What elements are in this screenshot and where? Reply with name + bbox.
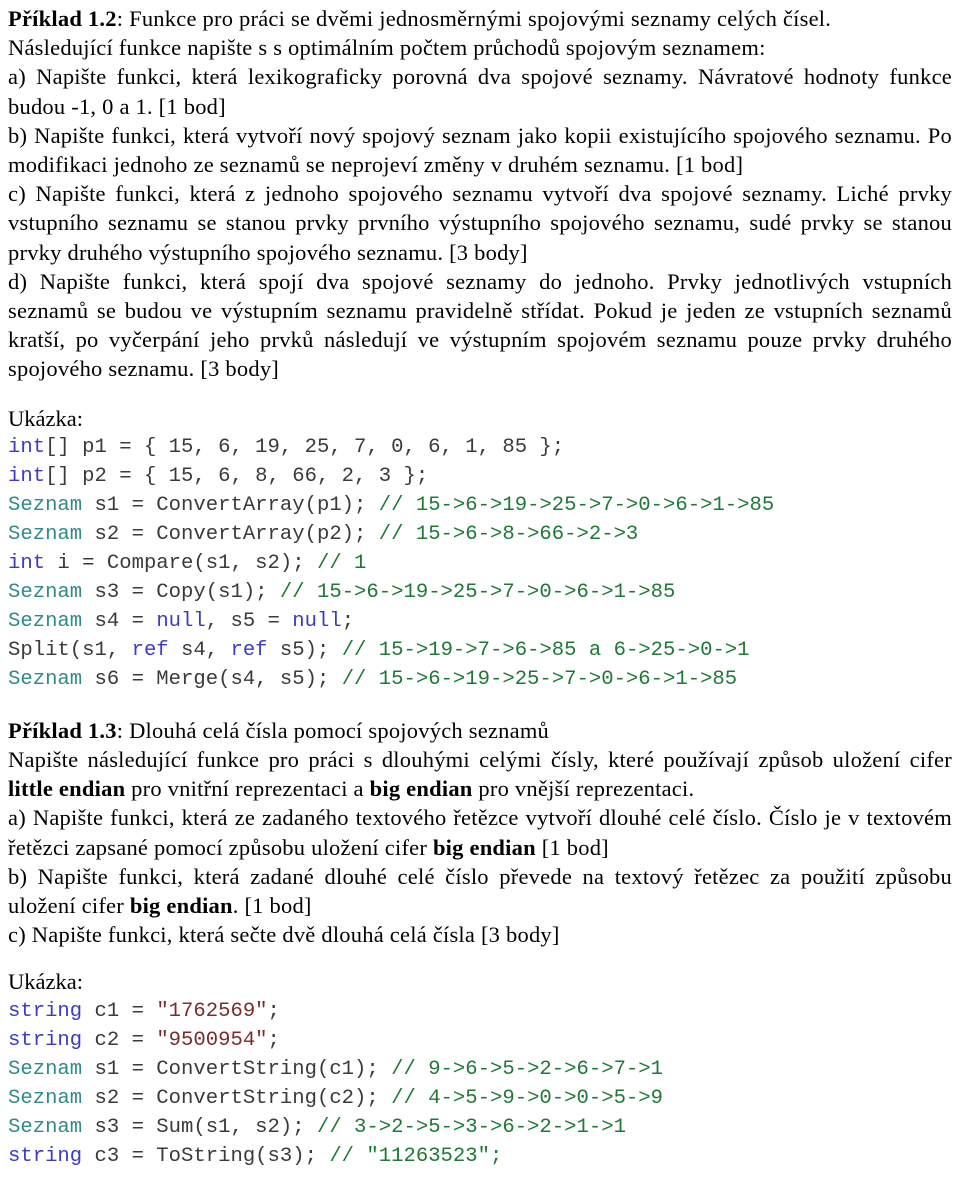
task-2-b-big-endian: big endian [129,893,233,919]
code-token-kw: string [8,999,83,1023]
intro-2-part-b: pro vnitřní reprezentaci a [125,776,370,802]
code-token-typ: Seznam [8,1115,83,1139]
section-heading-1-number: Příklad 1.2 [8,6,117,31]
code-token-pln: s3 = Sum(s1, s2); [82,1115,317,1139]
code-token-cmt: // "11263523"; [329,1144,503,1168]
code-line: Seznam s2 = ConvertString(c2); // 4->5->… [8,1084,952,1113]
code-line: int[] p1 = { 15, 6, 19, 25, 7, 0, 6, 1, … [8,433,952,462]
code-token-cmt: // 15->6->8->66->2->3 [378,522,639,546]
section-heading-2-text: : Dlouhá celá čísla pomocí spojových sez… [116,717,550,743]
code-token-kw: null [292,609,342,633]
code-token-typ: Seznam [8,1086,83,1110]
code-token-typ: Seznam [8,493,83,517]
section-heading-2: Příklad 1.3: Dlouhá celá čísla pomocí sp… [8,716,952,745]
task-1-item-d: d) Napište funkci, která spojí dva spojo… [8,268,952,382]
sample-label-1: Ukázka: [8,405,83,431]
code-line: int i = Compare(s1, s2); // 1 [8,549,952,578]
code-token-cmt: // 15->19->7->6->85 a 6->25->0->1 [341,638,750,662]
intro-2-part-a: Napište následující funkce pro práci s d… [8,747,952,773]
code-token-pln: s5); [267,638,342,662]
code-token-kw: int [8,435,46,459]
spacer-before-sample-1 [8,384,952,404]
code-token-pln: s3 = Copy(s1); [82,580,280,604]
code-token-cmt: // 15->6->19->25->7->0->6->1->85 [341,667,738,691]
code-sample-1: int[] p1 = { 15, 6, 19, 25, 7, 0, 6, 1, … [8,433,952,694]
code-line: Split(s1, ref s4, ref s5); // 15->19->7-… [8,636,952,665]
code-token-kw: string [8,1144,83,1168]
code-line: string c2 = "9500954"; [8,1026,952,1055]
code-token-pln: ; [267,1028,280,1052]
code-token-pln: s4 = [82,609,157,633]
code-token-pln: ; [341,609,355,633]
intro-2-big-endian: big endian [369,776,473,802]
code-token-pln: [] p2 = { 15, 6, 8, 66, 2, 3 }; [45,464,429,488]
code-line: Seznam s6 = Merge(s4, s5); // 15->6->19-… [8,665,952,694]
code-line: Seznam s2 = ConvertArray(p2); // 15->6->… [8,520,952,549]
code-token-str: "9500954" [156,1028,268,1052]
code-token-kw: string [8,1028,83,1052]
code-token-pln: s6 = Merge(s4, s5); [82,667,342,691]
code-token-typ: Seznam [8,1057,83,1081]
code-line: Seznam s3 = Copy(s1); // 15->6->19->25->… [8,578,952,607]
task-2-b-part-b: . [1 bod] [232,893,312,919]
intro-2-part-c: pro vnější reprezentaci. [472,776,695,802]
code-token-pln: s2 = ConvertArray(p2); [82,522,379,546]
code-token-pln: s4, [168,638,231,662]
task-1-item-a: a) Napište funkci, která lexikograficky … [8,64,952,119]
code-token-typ: Seznam [8,580,83,604]
spacer-before-sample-2 [8,949,952,967]
code-token-cmt: // 15->6->19->25->7->0->6->1->85 [279,580,676,604]
code-line: Seznam s1 = ConvertArray(p1); // 15->6->… [8,491,952,520]
code-token-cmt: // 3->2->5->3->6->2->1->1 [316,1115,626,1139]
code-token-cmt: // 15->6->19->25->7->0->6->1->85 [378,493,775,517]
sample-label-2: Ukázka: [8,969,83,995]
code-token-pln: i = Compare(s1, s2); [45,551,317,575]
code-token-kw: ref [230,638,268,662]
code-token-pln: s1 = ConvertArray(p1); [82,493,379,517]
task-2-item-a: a) Napište funkci, která ze zadaného tex… [8,803,952,861]
code-line: Seznam s1 = ConvertString(c1); // 9->6->… [8,1055,952,1084]
code-token-pln: c1 = [82,999,157,1023]
code-token-cmt: // 4->5->9->0->0->5->9 [391,1086,664,1110]
task-2-a-part-b: [1 bod] [535,834,609,860]
code-line: string c3 = ToString(s3); // "11263523"; [8,1142,952,1171]
code-token-kw: int [8,551,46,575]
code-token-str: "1762569" [156,999,268,1023]
intro-paragraph-2: Napište následující funkce pro práci s d… [8,745,952,803]
code-token-pln: c2 = [82,1028,157,1052]
intro-2-little-endian: little endian [8,776,126,802]
document-page: Příklad 1.2: Funkce pro práci se dvěmi j… [0,0,960,1187]
code-token-pln: [] p1 = { 15, 6, 19, 25, 7, 0, 6, 1, 85 … [45,435,565,459]
code-token-typ: Seznam [8,609,83,633]
task-2-a-big-endian: big endian [432,834,536,860]
intro-paragraph-1: Následující funkce napište s s optimální… [8,35,766,61]
section-heading-1: Příklad 1.2: Funkce pro práci se dvěmi j… [8,4,952,33]
code-token-pln: c3 = ToString(s3); [82,1144,330,1168]
code-line: string c1 = "1762569"; [8,997,952,1026]
code-token-kw: ref [131,638,169,662]
code-token-pln: Split(s1, [8,638,132,662]
section-heading-1-text: : Funkce pro práci se dvěmi jednosměrným… [116,6,832,31]
code-token-pln: s2 = ConvertString(c2); [82,1086,392,1110]
code-sample-2: string c1 = "1762569"; string c2 = "95009… [8,997,952,1171]
task-1-item-c: c) Napište funkci, která z jednoho spojo… [8,181,952,265]
code-token-kw: int [8,464,46,488]
code-token-pln: , s5 = [205,609,293,633]
code-token-kw: null [156,609,206,633]
code-token-pln: s1 = ConvertString(c1); [82,1057,392,1081]
code-token-pln: ; [267,999,280,1023]
task-2-item-b: b) Napište funkci, která zadané dlouhé c… [8,862,952,920]
task-1-item-b: b) Napište funkci, která vytvoří nový sp… [8,122,952,178]
code-token-typ: Seznam [8,667,83,691]
spacer-before-section-2 [8,694,952,716]
code-line: int[] p2 = { 15, 6, 8, 66, 2, 3 }; [8,462,952,491]
code-token-cmt: // 9->6->5->2->6->7->1 [391,1057,664,1081]
task-2-item-c: c) Napište funkci, která sečte dvě dlouh… [8,922,560,948]
code-token-cmt: // 1 [316,551,367,575]
code-token-typ: Seznam [8,522,83,546]
section-heading-2-number: Příklad 1.3 [8,717,117,743]
code-line: Seznam s4 = null, s5 = null; [8,607,952,636]
code-line: Seznam s3 = Sum(s1, s2); // 3->2->5->3->… [8,1113,952,1142]
